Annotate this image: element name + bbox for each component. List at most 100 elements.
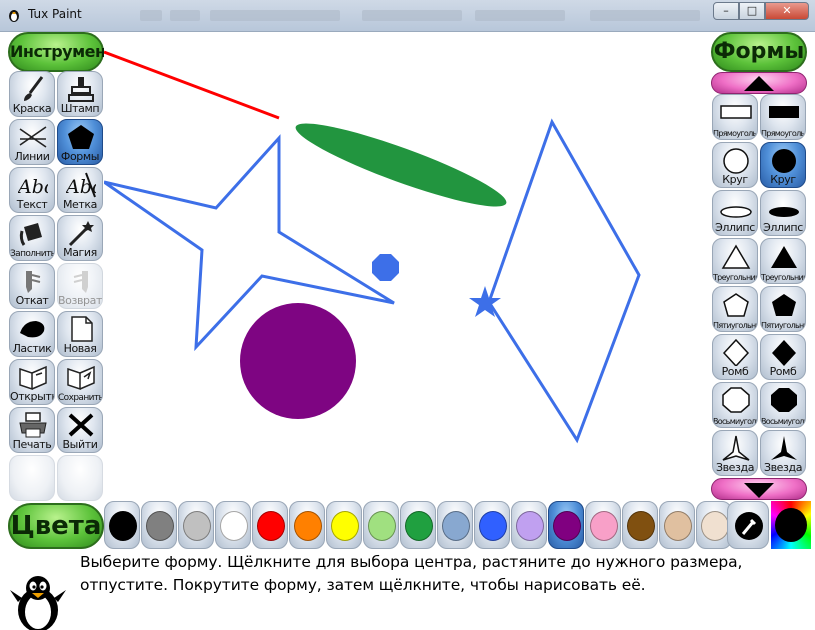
shape-circle-filled-button[interactable]: Круг (760, 142, 806, 188)
tux-penguin-icon (10, 576, 66, 630)
tool-lines-button[interactable]: Линии (9, 119, 55, 165)
tool-fill-button[interactable]: Заполнить (9, 215, 55, 261)
blue-octagon (372, 254, 399, 281)
print-icon (19, 412, 47, 438)
brush-icon (24, 76, 44, 101)
color-swatch-button[interactable] (326, 501, 362, 549)
color-swatch-button[interactable] (289, 501, 325, 549)
color-swatch-button[interactable] (178, 501, 214, 549)
tool-label: Штамп (60, 102, 100, 115)
tools-header: Инструменты (8, 32, 129, 72)
shape-octagon-filled-button[interactable]: Восьмиугольник (760, 382, 806, 428)
window-controls: – □ ✕ (713, 2, 809, 20)
taskbar-blur (170, 10, 200, 21)
taskbar-blur (210, 10, 340, 21)
color-swatch (183, 511, 211, 541)
tool-print-button[interactable]: Печать (9, 407, 55, 453)
shape-label: Восьмиугольник (761, 417, 805, 426)
color-swatch-button[interactable] (104, 501, 140, 549)
tool-redo-button[interactable]: Возврат (57, 263, 103, 309)
taskbar-blur (362, 10, 462, 21)
tool-label: Возврат (58, 294, 102, 307)
pentagon-icon (68, 125, 94, 149)
minimize-button[interactable]: – (713, 2, 739, 20)
tool-label-button[interactable]: Abc Метка (57, 167, 103, 213)
color-swatch-button[interactable] (474, 501, 510, 549)
color-swatch-button[interactable] (659, 501, 695, 549)
tool-paint-button[interactable]: Краска (9, 71, 55, 117)
red-line (104, 50, 280, 120)
canvas-drawing[interactable] (104, 32, 709, 500)
shape-star-outline-button[interactable]: Звезда (712, 430, 758, 476)
color-swatch-button[interactable] (252, 501, 288, 549)
color-swatch (368, 511, 396, 541)
shape-pentagon-outline-button[interactable]: Пятиугольник (712, 286, 758, 332)
shapes-scroll-down-button[interactable] (711, 478, 807, 500)
color-swatch-button[interactable] (363, 501, 399, 549)
circle-outline-icon (723, 148, 749, 174)
redo-icon (73, 271, 88, 293)
shape-rhombus-outline-button[interactable]: Ромб (712, 334, 758, 380)
color-swatch-button[interactable] (622, 501, 658, 549)
tool-shapes-button[interactable]: Формы (57, 119, 103, 165)
shape-label: Круг (770, 173, 796, 186)
tool-quit-button[interactable]: Выйти (57, 407, 103, 453)
color-picker-button[interactable] (727, 501, 769, 549)
tool-new-button[interactable]: Новая (57, 311, 103, 357)
shapes-scroll-up-button[interactable] (711, 72, 807, 94)
tool-eraser-button[interactable]: Ластик (9, 311, 55, 357)
close-button[interactable]: ✕ (765, 2, 809, 20)
shape-label: Эллипс (715, 221, 755, 234)
shape-label: Звезда (763, 461, 803, 474)
tool-label: Краска (12, 102, 52, 115)
maximize-button[interactable]: □ (739, 2, 765, 20)
color-swatch-button[interactable] (437, 501, 473, 549)
color-swatch (331, 511, 359, 541)
tux-app-icon (9, 10, 19, 22)
open-icon (19, 365, 47, 391)
tool-magic-button[interactable]: Магия (57, 215, 103, 261)
tool-save-button[interactable]: Сохранить (57, 359, 103, 405)
color-swatch-button[interactable] (215, 501, 251, 549)
drawing-canvas[interactable] (104, 32, 709, 500)
ellipse-outline-icon (720, 206, 752, 218)
tool-label: Метка (62, 198, 98, 211)
shape-triangle-outline-button[interactable]: Треугольник (712, 238, 758, 284)
tool-open-button[interactable]: Открыть (9, 359, 55, 405)
color-swatch-button[interactable] (548, 501, 584, 549)
tool-undo-button[interactable]: Откат (9, 263, 55, 309)
green-ellipse (295, 123, 507, 207)
shape-rhombus-filled-button[interactable]: Ромб (760, 334, 806, 380)
tool-stamp-button[interactable]: Штамп (57, 71, 103, 117)
eyedropper-icon (735, 512, 763, 540)
color-swatch (553, 511, 581, 541)
shape-octagon-outline-button[interactable]: Восьмиугольник (712, 382, 758, 428)
rainbow-center (775, 508, 807, 542)
color-swatch (701, 511, 729, 541)
shape-rectangle-outline-button[interactable]: Прямоугольник (712, 94, 758, 140)
tool-label: Текст (16, 198, 48, 211)
window-title: Tux Paint (28, 7, 82, 21)
shape-rectangle-filled-button[interactable]: Прямоугольник (760, 94, 806, 140)
shape-circle-outline-button[interactable]: Круг (712, 142, 758, 188)
undo-icon (26, 271, 41, 293)
tool-label: Новая (63, 342, 97, 355)
shape-pentagon-filled-button[interactable]: Пятиугольник (760, 286, 806, 332)
fill-bucket-icon (19, 223, 42, 246)
color-swatch (516, 511, 544, 541)
eraser-icon (20, 321, 45, 338)
color-swatch-button[interactable] (141, 501, 177, 549)
color-swatch-button[interactable] (400, 501, 436, 549)
shape-label: Звезда (715, 461, 755, 474)
tool-text-button[interactable]: Abc Текст (9, 167, 55, 213)
color-swatch-button[interactable] (585, 501, 621, 549)
shape-ellipse-outline-button[interactable]: Эллипс (712, 190, 758, 236)
color-swatch-button[interactable] (511, 501, 547, 549)
shape-ellipse-filled-button[interactable]: Эллипс (760, 190, 806, 236)
shape-star-filled-button[interactable]: Звезда (760, 430, 806, 476)
rainbow-color-button[interactable] (771, 501, 811, 549)
color-swatch (405, 511, 433, 541)
shape-label: Прямоугольник (713, 129, 757, 138)
shape-triangle-filled-button[interactable]: Треугольник (760, 238, 806, 284)
tool-label: Ластик (12, 342, 52, 355)
